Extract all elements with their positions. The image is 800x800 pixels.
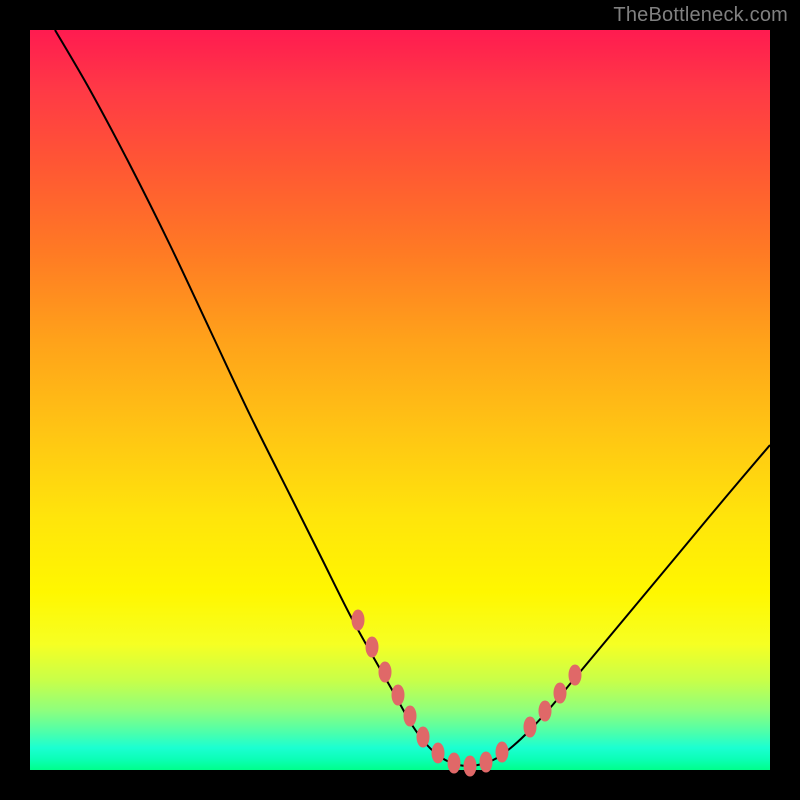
curve-marker	[366, 637, 378, 657]
curve-marker	[464, 756, 476, 776]
curve-marker	[404, 706, 416, 726]
marker-group	[352, 610, 581, 776]
curve-marker	[539, 701, 551, 721]
curve-marker	[524, 717, 536, 737]
curve-marker	[392, 685, 404, 705]
curve-marker	[417, 727, 429, 747]
curve-marker	[496, 742, 508, 762]
curve-marker	[352, 610, 364, 630]
curve-marker	[480, 752, 492, 772]
curve-marker	[379, 662, 391, 682]
curve-marker	[448, 753, 460, 773]
curve-marker	[554, 683, 566, 703]
curve-marker	[432, 743, 444, 763]
chart-frame: TheBottleneck.com	[0, 0, 800, 800]
curve-marker	[569, 665, 581, 685]
watermark-text: TheBottleneck.com	[613, 4, 788, 27]
chart-svg	[30, 30, 770, 770]
bottleneck-curve	[55, 30, 770, 766]
plot-area	[30, 30, 770, 770]
